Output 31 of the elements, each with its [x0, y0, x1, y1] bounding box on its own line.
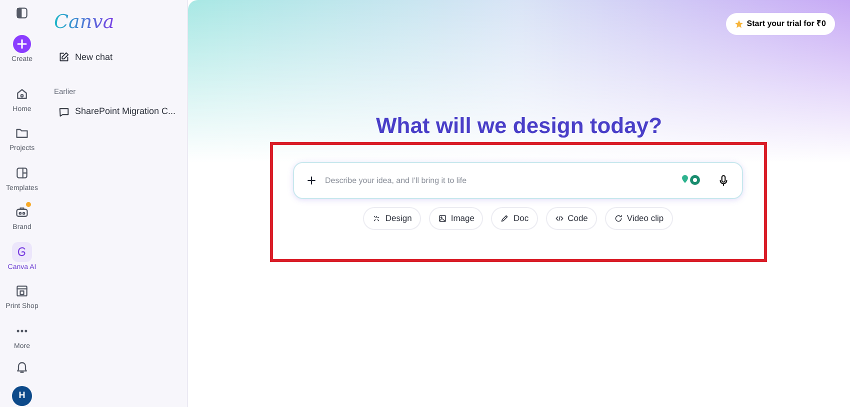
chat-history-item[interactable]: SharePoint Migration C...: [54, 103, 180, 121]
prompt-input[interactable]: Describe your idea, and I'll bring it to life: [323, 174, 675, 188]
plus-icon: [306, 175, 317, 186]
new-chat-button[interactable]: New chat: [54, 48, 117, 66]
page-heading: What will we design today?: [376, 113, 662, 140]
prompt-bar[interactable]: Describe your idea, and I'll bring it to life: [293, 162, 743, 199]
pen-icon: [500, 214, 510, 223]
plus-icon: [13, 35, 31, 53]
briefcase-icon: [15, 205, 29, 219]
sidebar-toggle-icon: [15, 6, 29, 20]
bell-icon: [15, 360, 29, 374]
storefront-icon: [15, 284, 29, 298]
edit-icon: [58, 51, 70, 64]
extension-icon: [681, 174, 701, 186]
star-icon: [734, 20, 743, 28]
image-icon: [438, 214, 447, 223]
suggestion-chip[interactable]: Image: [428, 207, 484, 230]
code-icon: [554, 214, 564, 223]
suggestion-chip[interactable]: Design: [363, 207, 421, 230]
template-icon: [15, 166, 29, 180]
sparkle-icon: [372, 214, 382, 223]
chat-bubble-icon: [58, 106, 70, 118]
microphone-icon: [717, 174, 730, 187]
house-icon: [15, 86, 29, 100]
suggestion-chip[interactable]: Doc: [491, 207, 538, 230]
folder-icon: [15, 126, 29, 140]
refresh-icon: [614, 214, 623, 223]
avatar[interactable]: H: [12, 386, 32, 406]
trial-button[interactable]: Start your trial for ₹0: [726, 13, 835, 35]
suggestion-chip[interactable]: Code: [546, 207, 597, 230]
suggestion-chip[interactable]: Video clip: [604, 207, 673, 230]
